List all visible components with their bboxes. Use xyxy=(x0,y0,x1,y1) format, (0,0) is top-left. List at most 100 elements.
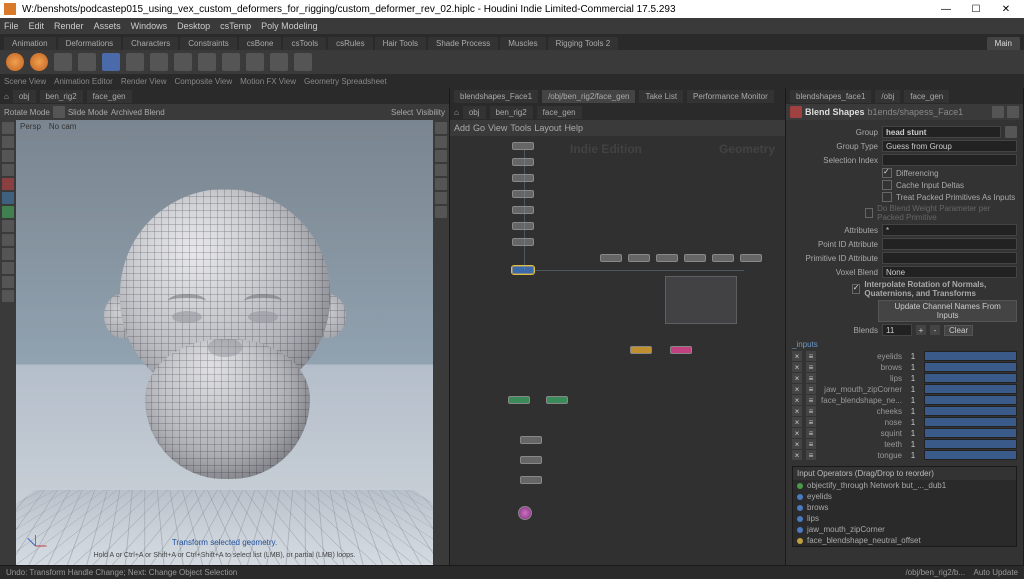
output-node[interactable] xyxy=(518,506,532,520)
net-menu-help[interactable]: Help xyxy=(564,123,583,133)
scale-tool-icon[interactable] xyxy=(2,164,14,176)
display-icon[interactable] xyxy=(435,150,447,162)
net-menu-go[interactable]: Go xyxy=(473,123,485,133)
shelf-tool-icon[interactable] xyxy=(102,53,120,71)
help-icon[interactable] xyxy=(1007,106,1019,118)
shelf-tab[interactable]: csBone xyxy=(239,37,282,50)
weightparam-checkbox[interactable] xyxy=(865,208,873,218)
tool-icon[interactable] xyxy=(2,220,14,232)
visibility-label[interactable]: Visibility xyxy=(416,108,445,117)
pointid-field[interactable] xyxy=(882,238,1017,250)
shelf-tab[interactable]: Deformations xyxy=(58,37,122,50)
sop-node[interactable] xyxy=(684,254,706,262)
slider-remove-button[interactable]: × xyxy=(792,406,802,416)
breadcrumb-item[interactable]: ben_rig2 xyxy=(40,90,83,103)
shelf-tool-icon[interactable] xyxy=(30,53,48,71)
shelf-tool-icon[interactable] xyxy=(222,53,240,71)
menu-edit[interactable]: Edit xyxy=(29,21,45,31)
subtab-geomspread[interactable]: Geometry Spreadsheet xyxy=(304,77,387,86)
primid-field[interactable] xyxy=(882,252,1017,264)
sop-node[interactable] xyxy=(670,346,692,354)
tool-icon[interactable] xyxy=(2,192,14,204)
toolbar-icon[interactable] xyxy=(53,106,65,118)
group-type-dropdown[interactable]: Guess from Group xyxy=(882,140,1017,152)
subtab-animeditor[interactable]: Animation Editor xyxy=(54,77,113,86)
blend-slider[interactable] xyxy=(924,362,1017,372)
blend-slider-value[interactable]: 1 xyxy=(906,363,920,372)
3d-viewport[interactable]: Persp No cam Transform selected geometry… xyxy=(16,120,433,565)
blend-slider[interactable] xyxy=(924,428,1017,438)
operator-path[interactable]: b1ends/shapess_Face1 xyxy=(868,107,964,117)
shelf-tool-icon[interactable] xyxy=(270,53,288,71)
menu-file[interactable]: File xyxy=(4,21,19,31)
update-channels-button[interactable]: Update Channel Names From Inputs xyxy=(878,300,1017,322)
subtab-motionfx[interactable]: Motion FX View xyxy=(240,77,296,86)
minimize-button[interactable]: — xyxy=(932,1,960,17)
net-menu-tools[interactable]: Tools xyxy=(510,123,531,133)
slider-remove-button[interactable]: × xyxy=(792,439,802,449)
blend-slider-value[interactable]: 1 xyxy=(906,440,920,449)
network-tab[interactable]: Performance Monitor xyxy=(687,90,774,103)
breadcrumb-item[interactable]: face_gen xyxy=(87,90,132,103)
slider-remove-button[interactable]: × xyxy=(792,450,802,460)
display-icon[interactable] xyxy=(435,122,447,134)
sop-node[interactable] xyxy=(512,190,534,198)
shelf-tool-icon[interactable] xyxy=(294,53,312,71)
shelf-tool-icon[interactable] xyxy=(6,53,24,71)
shelf-tab[interactable]: csTools xyxy=(283,37,326,50)
attributes-field[interactable]: * xyxy=(882,224,1017,236)
breadcrumb-item[interactable]: obj xyxy=(13,90,36,103)
blend-slider[interactable] xyxy=(924,406,1017,416)
subtab-renderview[interactable]: Render View xyxy=(121,77,167,86)
blend-slider-value[interactable]: 1 xyxy=(906,429,920,438)
subtab-sceneview[interactable]: Scene View xyxy=(4,77,46,86)
shelf-tab[interactable]: Muscles xyxy=(500,37,545,50)
slider-expand-button[interactable]: ≡ xyxy=(806,439,816,449)
sop-node[interactable] xyxy=(512,222,534,230)
display-icon[interactable] xyxy=(435,178,447,190)
shelf-tool-icon[interactable] xyxy=(174,53,192,71)
shelf-tool-icon[interactable] xyxy=(246,53,264,71)
slider-expand-button[interactable]: ≡ xyxy=(806,384,816,394)
select-label[interactable]: Select xyxy=(391,108,413,117)
slider-remove-button[interactable]: × xyxy=(792,384,802,394)
shelf-tool-icon[interactable] xyxy=(198,53,216,71)
blend-slider[interactable] xyxy=(924,373,1017,383)
shelf-tab[interactable]: Animation xyxy=(4,37,56,50)
camera-persp-label[interactable]: Persp xyxy=(20,122,41,131)
blend-slider-value[interactable]: 1 xyxy=(906,385,920,394)
selection-index-field[interactable] xyxy=(882,154,1017,166)
blends-add-button[interactable]: + xyxy=(916,325,926,335)
slider-remove-button[interactable]: × xyxy=(792,373,802,383)
slider-remove-button[interactable]: × xyxy=(792,395,802,405)
display-icon[interactable] xyxy=(435,192,447,204)
input-operator-item[interactable]: brows xyxy=(793,502,1016,513)
blend-slider[interactable] xyxy=(924,395,1017,405)
blend-slider-value[interactable]: 1 xyxy=(906,451,920,460)
group-picker-icon[interactable] xyxy=(1005,126,1017,138)
display-icon[interactable] xyxy=(435,136,447,148)
sop-node[interactable] xyxy=(512,174,534,182)
tool-icon[interactable] xyxy=(2,234,14,246)
tool-icon[interactable] xyxy=(2,206,14,218)
subtab-composite[interactable]: Composite View xyxy=(174,77,232,86)
maximize-button[interactable]: ☐ xyxy=(962,1,990,17)
sop-node[interactable] xyxy=(512,158,534,166)
slider-expand-button[interactable]: ≡ xyxy=(806,351,816,361)
net-menu-layout[interactable]: Layout xyxy=(534,123,561,133)
blends-remove-button[interactable]: - xyxy=(930,325,940,335)
blend-slider-value[interactable]: 1 xyxy=(906,407,920,416)
blend-slider-value[interactable]: 1 xyxy=(906,352,920,361)
slider-expand-button[interactable]: ≡ xyxy=(806,417,816,427)
gear-icon[interactable] xyxy=(992,106,1004,118)
move-tool-icon[interactable] xyxy=(2,136,14,148)
slider-remove-button[interactable]: × xyxy=(792,362,802,372)
blend-slider-value[interactable]: 1 xyxy=(906,418,920,427)
tool-icon[interactable] xyxy=(2,248,14,260)
display-icon[interactable] xyxy=(435,206,447,218)
blend-slider-value[interactable]: 1 xyxy=(906,396,920,405)
sop-node[interactable] xyxy=(520,476,542,484)
camera-nocam-label[interactable]: No cam xyxy=(49,122,77,131)
breadcrumb-item[interactable]: ben_rig2 xyxy=(490,106,533,119)
node-group-box[interactable] xyxy=(665,276,737,324)
